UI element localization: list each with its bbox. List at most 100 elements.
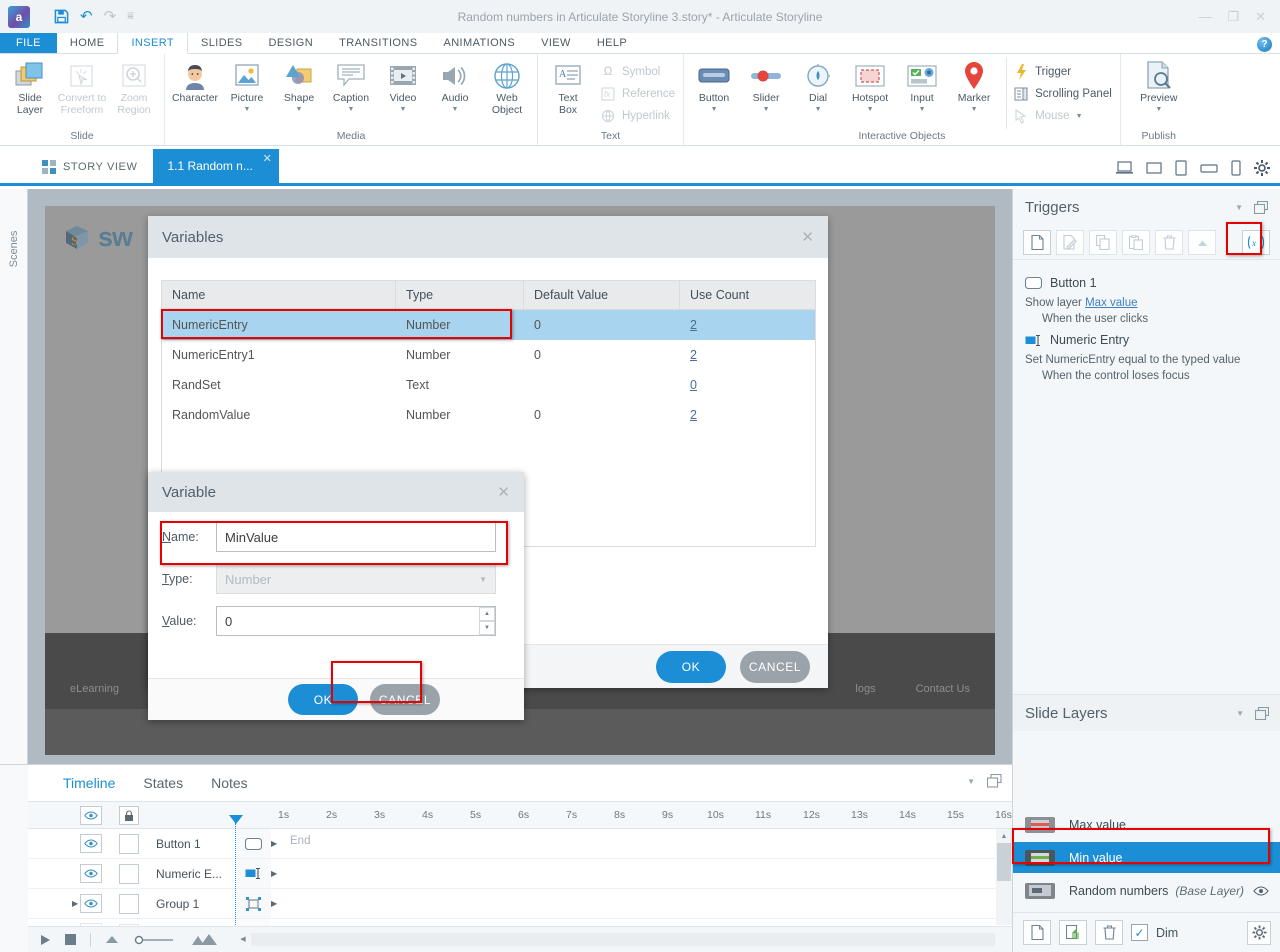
cell-use-count[interactable]: 2 <box>690 408 697 422</box>
duplicate-layer-button[interactable] <box>1059 920 1087 945</box>
ribbon-web-object-button[interactable]: WebObject <box>481 57 533 116</box>
tab-transitions[interactable]: TRANSITIONS <box>326 33 430 53</box>
edit-trigger-button[interactable] <box>1056 230 1084 255</box>
table-row[interactable]: NumericEntry1 Number 0 2 <box>162 340 815 370</box>
tablet-portrait-icon[interactable] <box>1175 160 1187 176</box>
footer-link-blogs[interactable]: logs <box>855 683 875 695</box>
tab-timeline[interactable]: Timeline <box>63 775 115 791</box>
tab-slides[interactable]: SLIDES <box>188 33 256 53</box>
zoom-slider[interactable] <box>133 935 175 945</box>
new-trigger-button[interactable] <box>1023 230 1051 255</box>
column-header-type[interactable]: Type <box>396 281 524 310</box>
ribbon-zoom-region-button[interactable]: ZoomRegion <box>108 57 160 116</box>
scroll-track[interactable] <box>251 933 995 946</box>
ribbon-marker-button[interactable]: Marker ▼ <box>948 57 1000 113</box>
ribbon-picture-button[interactable]: Picture ▼ <box>221 57 273 113</box>
tab-home[interactable]: HOME <box>57 33 118 53</box>
ribbon-text-box-button[interactable]: A TextBox <box>542 57 594 116</box>
delete-trigger-button[interactable] <box>1155 230 1183 255</box>
column-header-use-count[interactable]: Use Count <box>680 281 815 310</box>
shape-chevron-down-icon[interactable]: ▼ <box>296 106 303 113</box>
tab-file[interactable]: FILE <box>0 33 57 53</box>
audio-chevron-down-icon[interactable]: ▼ <box>452 106 459 113</box>
input-chevron-down-icon[interactable]: ▼ <box>919 106 926 113</box>
row-expand-icon[interactable]: ▶ <box>271 839 277 848</box>
variable-name-input[interactable] <box>216 522 496 552</box>
redo-icon[interactable]: ↷ <box>104 9 117 24</box>
trigger-object-numeric-entry[interactable]: Numeric Entry <box>1025 333 1268 347</box>
column-header-name[interactable]: Name <box>162 281 396 310</box>
ribbon-audio-button[interactable]: Audio ▼ <box>429 57 481 113</box>
scenes-sidebar[interactable]: Scenes <box>0 189 28 764</box>
table-row[interactable]: RandomValue Number 0 2 <box>162 400 815 430</box>
mouse-chevron-down-icon[interactable]: ▼ <box>1076 113 1083 120</box>
trigger-action-line[interactable]: Show layer Max value <box>1025 295 1268 311</box>
ribbon-scrolling-panel-button[interactable]: Scrolling Panel <box>1013 83 1112 105</box>
row-eye-icon[interactable] <box>80 864 102 883</box>
manage-variables-button[interactable]: x <box>1242 230 1270 255</box>
ribbon-trigger-button[interactable]: Trigger <box>1013 61 1112 83</box>
timeline-vertical-scrollbar[interactable]: ▲ <box>996 829 1012 925</box>
cell-use-count[interactable]: 0 <box>690 378 697 392</box>
show-hide-column-header[interactable] <box>80 802 102 829</box>
tab-design[interactable]: DESIGN <box>256 33 327 53</box>
table-row[interactable]: Numeric E... ▶ <box>28 859 1012 889</box>
picture-chevron-down-icon[interactable]: ▼ <box>244 106 251 113</box>
copy-trigger-button[interactable] <box>1089 230 1117 255</box>
minimize-button[interactable]: — <box>1198 9 1211 24</box>
table-row[interactable]: RandSet Text 0 <box>162 370 815 400</box>
footer-link-contact[interactable]: Contact Us <box>916 683 970 695</box>
scroll-thumb[interactable] <box>997 843 1011 881</box>
move-up-trigger-button[interactable] <box>1188 230 1216 255</box>
trigger-object-button-1[interactable]: Button 1 <box>1025 276 1268 290</box>
new-layer-button[interactable] <box>1023 920 1051 945</box>
slider-chevron-down-icon[interactable]: ▼ <box>763 106 770 113</box>
ribbon-reference-button[interactable]: fx Reference <box>600 83 675 105</box>
stop-icon[interactable] <box>65 934 76 945</box>
variable-value-input[interactable] <box>216 606 496 636</box>
ribbon-caption-button[interactable]: Caption ▼ <box>325 57 377 113</box>
ribbon-dial-button[interactable]: Dial ▼ <box>792 57 844 113</box>
phone-icon[interactable] <box>1231 160 1241 176</box>
variables-ok-button[interactable]: OK <box>656 651 726 683</box>
ribbon-input-button[interactable]: Input ▼ <box>896 57 948 113</box>
row-expand-icon[interactable]: ▶ <box>271 899 277 908</box>
trigger-action-link[interactable]: Max value <box>1085 297 1137 309</box>
ribbon-hyperlink-button[interactable]: Hyperlink <box>600 105 675 127</box>
row-lock-checkbox[interactable] <box>119 834 139 854</box>
ribbon-character-button[interactable]: Character <box>169 57 221 105</box>
dial-chevron-down-icon[interactable]: ▼ <box>815 106 822 113</box>
panel-undock-icon[interactable] <box>987 774 1002 788</box>
button-chevron-down-icon[interactable]: ▼ <box>711 106 718 113</box>
row-lock-checkbox[interactable] <box>119 864 139 884</box>
variables-cancel-button[interactable]: CANCEL <box>740 651 810 683</box>
timeline-playhead[interactable] <box>235 823 236 925</box>
desktop-icon[interactable] <box>1146 161 1162 175</box>
close-icon[interactable]: ✕ <box>263 152 272 165</box>
tab-animations[interactable]: ANIMATIONS <box>430 33 528 53</box>
tab-notes[interactable]: Notes <box>211 775 248 791</box>
tab-view[interactable]: VIEW <box>528 33 584 53</box>
variable-type-select[interactable]: Number ▼ <box>216 564 496 594</box>
dim-checkbox[interactable]: ✓ <box>1131 924 1148 941</box>
spinner-up-icon[interactable]: ▲ <box>479 607 495 621</box>
list-item[interactable]: Min value <box>1013 842 1280 873</box>
save-icon[interactable] <box>54 9 69 24</box>
table-row[interactable]: ▶ Group 1 ▶ <box>28 889 1012 919</box>
undo-icon[interactable]: ↶ <box>80 9 93 24</box>
laptop-icon[interactable] <box>1116 161 1133 175</box>
ribbon-mouse-button[interactable]: Mouse ▼ <box>1013 105 1112 127</box>
tab-states[interactable]: States <box>143 775 183 791</box>
collapse-icon[interactable] <box>105 935 119 944</box>
slide-tab-1-1[interactable]: 1.1 Random n... ✕ <box>153 149 278 183</box>
help-icon[interactable]: ? <box>1257 37 1272 52</box>
close-icon[interactable]: ✕ <box>801 228 814 246</box>
ribbon-symbol-button[interactable]: Ω Symbol <box>600 61 675 83</box>
preview-chevron-down-icon[interactable]: ▼ <box>1155 106 1162 113</box>
footer-link-elearning[interactable]: eLearning <box>70 683 119 695</box>
hotspot-chevron-down-icon[interactable]: ▼ <box>867 106 874 113</box>
panel-chevron-down-icon[interactable]: ▼ <box>967 777 975 786</box>
column-header-default-value[interactable]: Default Value <box>524 281 680 310</box>
customize-qat-icon[interactable]: ⩸ <box>127 11 134 22</box>
play-ic</span>on[interactable] <box>40 934 51 946</box>
